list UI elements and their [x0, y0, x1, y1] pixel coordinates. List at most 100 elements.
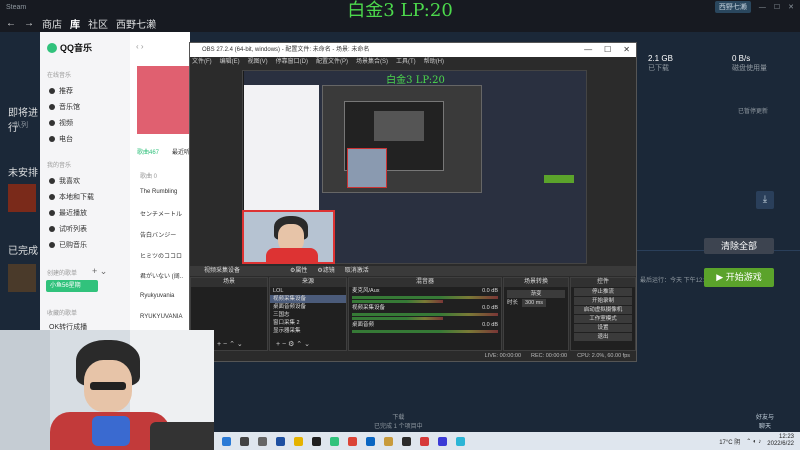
qq-active-playlist[interactable]: 小鱼56星期	[46, 280, 98, 292]
qq-row[interactable]: センチメートル	[140, 209, 182, 218]
minimize-icon[interactable]: —	[584, 43, 592, 57]
qq-item-recent[interactable]: 最近播放	[49, 208, 87, 218]
source-item[interactable]: 显示器采集	[270, 327, 346, 335]
volume-meter[interactable]	[352, 330, 498, 333]
qq-row[interactable]: 告白バンジー	[140, 230, 176, 239]
sources-header: 来源	[270, 278, 346, 287]
friends-chat-button[interactable]: 好友与 聊天	[756, 412, 774, 430]
qq-item-liked[interactable]: 我喜欢	[49, 176, 80, 186]
music-icon	[49, 104, 55, 110]
studio-mode-button[interactable]: 工作室模式	[574, 315, 632, 323]
start-recording-button[interactable]: 开始录制	[574, 297, 632, 305]
clear-all-button[interactable]: 清除全部	[704, 238, 774, 254]
preview-webcam	[347, 148, 387, 188]
qq-item-purchased[interactable]: 已购音乐	[49, 240, 87, 250]
lol-icon[interactable]	[384, 436, 393, 446]
qq-row[interactable]: RYUKYUVANIA	[140, 314, 182, 320]
source-controls[interactable]: + − ⚙ ⌃ ⌄	[276, 340, 310, 348]
search-icon[interactable]	[240, 436, 249, 446]
qq-row[interactable]: ヒミツのココロ	[140, 251, 182, 260]
webcam-feed	[0, 330, 214, 450]
folder-icon	[49, 194, 55, 200]
volume-meter[interactable]	[352, 296, 498, 299]
play-button[interactable]: ▶ 开始游戏	[704, 268, 774, 287]
qq-item-trial[interactable]: 试听列表	[49, 224, 87, 234]
qq-playlist-cover[interactable]	[137, 66, 192, 134]
qq-item-recommend[interactable]: 推荐	[49, 86, 73, 96]
tray-icons[interactable]: ⌃ ◐ ♪	[746, 438, 761, 445]
app-icon[interactable]	[456, 436, 465, 446]
obs-icon[interactable]	[312, 436, 321, 446]
transitions-dock: 场景转换 渐变 时长 300 ms	[503, 277, 569, 351]
start-icon[interactable]	[222, 436, 231, 446]
qq-row[interactable]: Ryukyuvania	[140, 293, 174, 299]
heart-icon	[49, 178, 55, 184]
windows-taskbar: 17°C 阴 ⌃ ◐ ♪ 12:23 2022/6/22	[214, 432, 800, 450]
settings-button[interactable]: 设置	[574, 324, 632, 332]
source-item[interactable]: LOL	[270, 287, 346, 295]
transitions-header: 场景转换	[504, 278, 568, 287]
mixer-channel: 视频采集设备 0.0 dB	[352, 305, 498, 311]
unscheduled-heading: 未安排	[8, 168, 38, 179]
qq-nav-arrows[interactable]: ‹ ›	[136, 42, 144, 51]
scene-controls[interactable]: + − ⌃ ⌄	[217, 340, 243, 348]
obs-menu-bar: 文件(F) 编辑(E) 视图(V) 停靠窗口(D) 配置文件(P) 场景集合(S…	[190, 57, 636, 67]
weather[interactable]: 17°C 阴	[719, 437, 740, 446]
menu-edit[interactable]: 编辑(E)	[220, 57, 240, 67]
menu-file[interactable]: 文件(F)	[192, 57, 212, 67]
menu-scene-collection[interactable]: 场景集合(S)	[356, 57, 388, 67]
stop-streaming-button[interactable]: 停止推流	[574, 288, 632, 296]
add-playlist-icon[interactable]: + ⌄	[92, 266, 107, 277]
qq-item-local[interactable]: 本地和下载	[49, 192, 94, 202]
qq-tab-songs[interactable]: 歌曲467	[137, 147, 159, 156]
edge-icon[interactable]	[366, 436, 375, 446]
qq-item-library[interactable]: 音乐馆	[49, 102, 80, 112]
menu-tools[interactable]: 工具(T)	[396, 57, 416, 67]
transition-type-select[interactable]: 渐变	[507, 290, 565, 298]
menu-help[interactable]: 帮助(H)	[424, 57, 444, 67]
app-icon[interactable]	[402, 436, 411, 446]
exit-button[interactable]: 退出	[574, 333, 632, 341]
qq-tab-other[interactable]: 最近听	[172, 147, 190, 156]
menu-view[interactable]: 视图(V)	[248, 57, 268, 67]
source-item[interactable]: 桌面音频设备	[270, 303, 346, 311]
source-item[interactable]: 三国志	[270, 311, 346, 319]
volume-meter[interactable]	[352, 313, 498, 316]
volume-slider[interactable]	[352, 300, 444, 303]
maximize-icon[interactable]: ☐	[604, 43, 611, 57]
stat-disk: 0 B/s 磁盘使用量	[732, 54, 767, 72]
close-icon[interactable]: ✕	[623, 43, 630, 57]
filters-button[interactable]: ⚙滤镜	[317, 266, 334, 276]
chrome-icon[interactable]	[348, 436, 357, 446]
app-icon[interactable]	[438, 436, 447, 446]
app-icon[interactable]	[420, 436, 429, 446]
qq-row[interactable]: The Rumbling	[140, 189, 177, 195]
qq-item-video[interactable]: 视频	[49, 118, 73, 128]
qq-row[interactable]: 君がいない (阔..	[140, 271, 183, 280]
rec-timer: REC: 00:00:00	[531, 353, 568, 359]
drink-cup	[92, 416, 130, 446]
task-view-icon[interactable]	[258, 436, 267, 446]
virtual-camera-button[interactable]: 启动虚拟摄像机	[574, 306, 632, 314]
transition-duration: 时长 300 ms	[504, 299, 568, 307]
obs-webcam-source[interactable]	[242, 210, 335, 264]
menu-profile[interactable]: 配置文件(P)	[316, 57, 348, 67]
qq-section-online: 在线音乐	[47, 73, 72, 79]
deactivate-button[interactable]: 取消激活	[345, 266, 369, 276]
video-icon	[49, 120, 55, 126]
steam-icon[interactable]	[276, 436, 285, 446]
preview-play-button	[544, 175, 574, 183]
menu-docks[interactable]: 停靠窗口(D)	[276, 57, 308, 67]
download-icon[interactable]: ⤓	[756, 191, 774, 209]
game-thumb-2[interactable]	[8, 264, 36, 292]
controls-header: 控件	[571, 278, 635, 287]
qq-music-icon[interactable]	[330, 436, 339, 446]
source-item[interactable]: 视频采集设备	[270, 295, 346, 303]
folder-icon[interactable]	[294, 436, 303, 446]
game-thumb-1[interactable]	[8, 184, 36, 212]
clock[interactable]: 12:23 2022/6/22	[767, 434, 794, 448]
volume-slider[interactable]	[352, 317, 444, 320]
qq-item-radio[interactable]: 电台	[49, 134, 73, 144]
properties-button[interactable]: ⚙属性	[290, 266, 307, 276]
source-item[interactable]: 窗口采集 2	[270, 319, 346, 327]
